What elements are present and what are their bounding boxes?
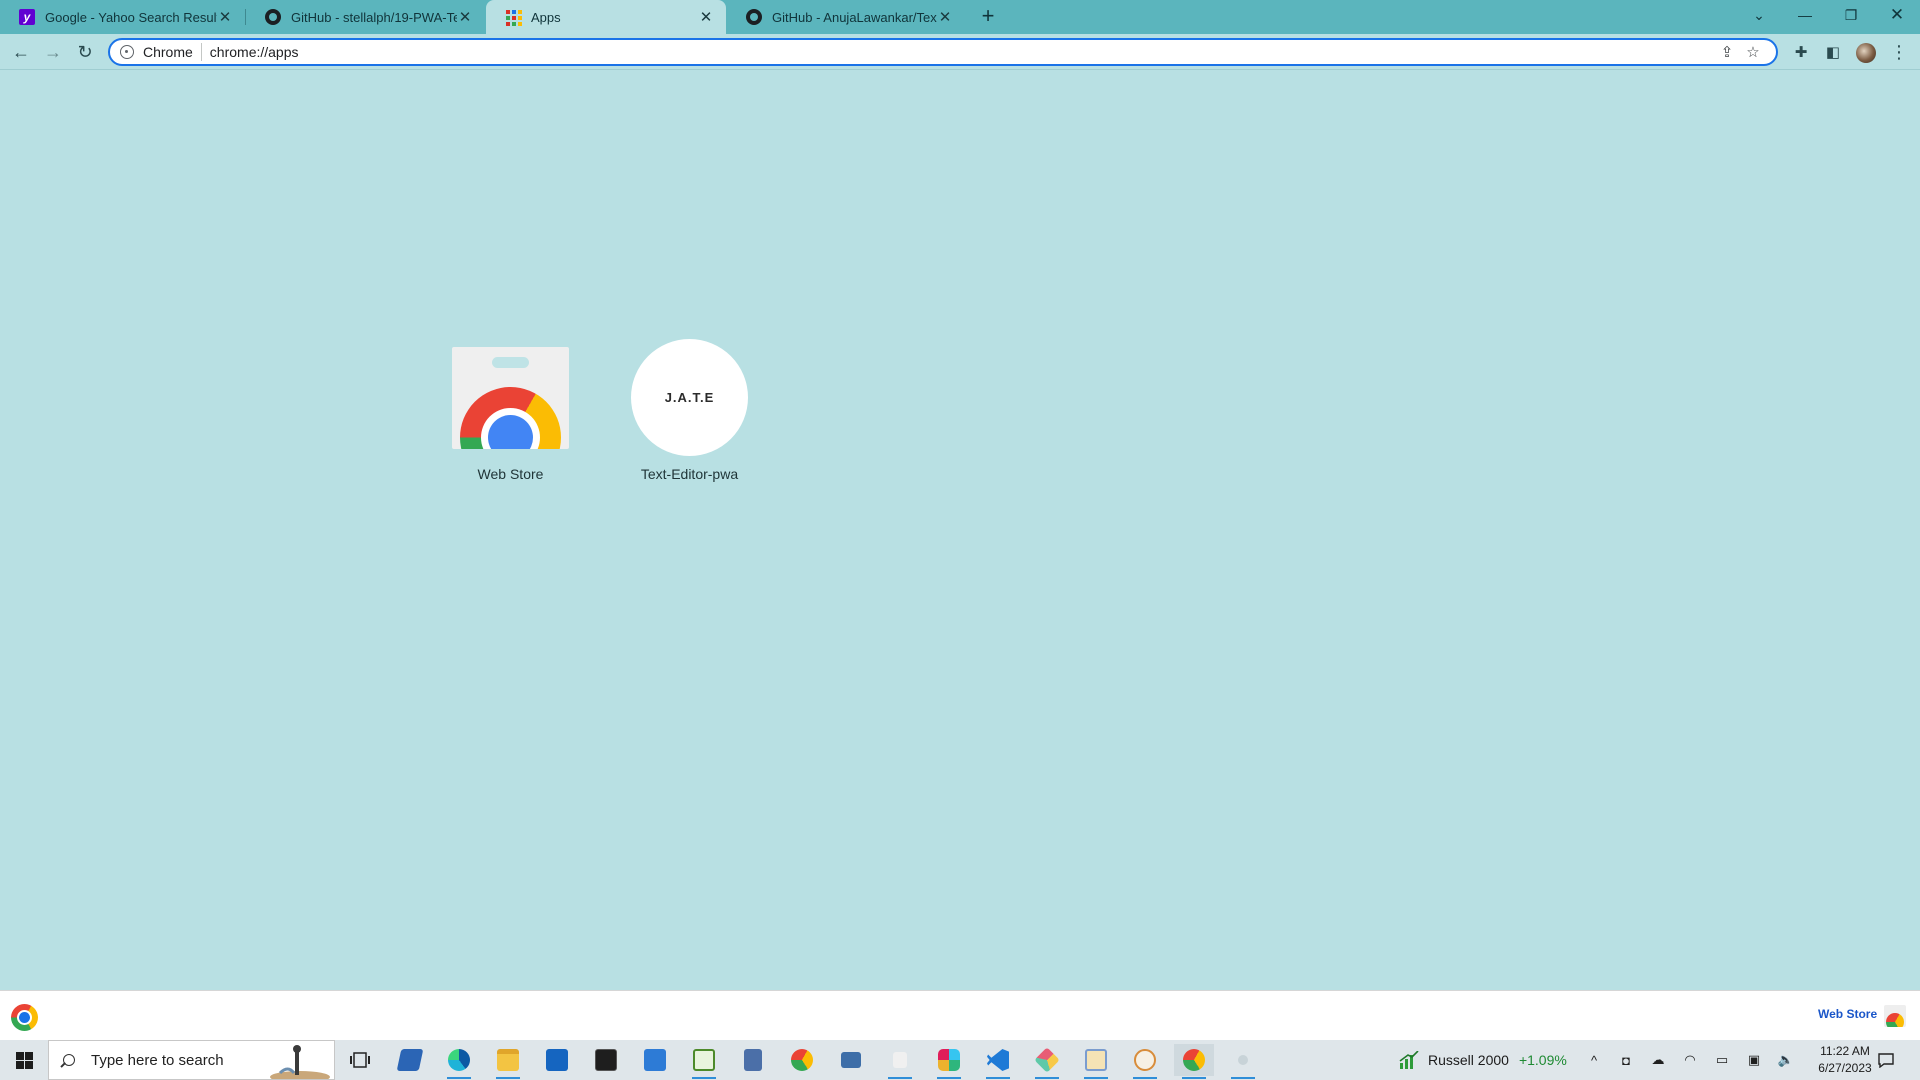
shelf-web-store-link[interactable]: Web Store [1818,1007,1877,1021]
chrome-web-store-icon[interactable] [452,347,569,449]
ticker-change: +1.09% [1518,1052,1567,1068]
github-icon [265,9,281,25]
paint-icon[interactable] [1125,1044,1165,1079]
tab-title: GitHub - AnujaLawankar/Text-Ed [772,9,937,25]
url-text[interactable]: chrome://apps [210,44,1714,60]
store-bag-handle [492,357,529,368]
tab-title: Apps [531,9,561,25]
tab-github-anujalawankar[interactable]: GitHub - AnujaLawankar/Text-Ed ✕ [727,0,965,34]
mail-icon[interactable] [635,1044,675,1076]
windows-taskbar: Type here to search Russell 2000 +1.09% … [0,1040,1920,1080]
notes-app-icon[interactable] [1076,1044,1116,1079]
apps-grid-icon [505,9,522,26]
avatar[interactable] [1856,43,1876,63]
omnibox-chip: Chrome [143,43,202,61]
powershell-icon[interactable] [390,1044,430,1076]
windows-logo-icon [15,1051,33,1069]
extensions-puzzle-icon[interactable]: ✚ [1788,39,1814,65]
tab-github-stellalph[interactable]: GitHub - stellalph/19-PWA-Text-E ✕ [246,0,485,34]
browser-toolbar: ← → ↻ Chrome chrome://apps ⇪ ☆ ✚ ◧ ⋮ [0,34,1920,70]
chrome-icon[interactable] [782,1044,822,1076]
app-label[interactable]: Web Store [452,466,569,482]
search-placeholder: Type here to search [91,1051,224,1069]
terminal-icon[interactable] [586,1044,626,1076]
chrome-active-icon[interactable] [1174,1044,1214,1079]
github-icon [746,9,762,25]
remote-desktop-icon[interactable] [831,1044,871,1076]
app-label[interactable]: Text-Editor-pwa [621,466,758,482]
calculator-icon[interactable] [733,1044,773,1076]
battery-icon[interactable]: ▭ [1712,1050,1732,1070]
stock-ticker[interactable]: Russell 2000 +1.09% [1428,1040,1567,1080]
close-icon[interactable]: ✕ [937,9,953,26]
security-icon[interactable]: ▣ [1744,1050,1764,1070]
address-bar[interactable]: Chrome chrome://apps ⇪ ☆ [108,38,1778,66]
blank-app-icon[interactable] [880,1044,920,1079]
reload-button[interactable]: ↻ [72,39,98,65]
forward-button[interactable]: → [40,39,66,65]
tab-search-icon[interactable]: ⌄ [1736,0,1782,30]
close-icon[interactable]: ✕ [698,9,714,26]
bottom-shelf: Web Store [0,990,1920,1040]
file-explorer-icon[interactable] [488,1044,528,1079]
tab-strip: y Google - Yahoo Search Results ✕ GitHub… [0,0,1920,34]
slack-icon[interactable] [929,1044,969,1079]
chrome-logo-icon[interactable] [11,1004,38,1031]
back-button[interactable]: ← [8,39,34,65]
gitkraken-icon[interactable] [1027,1044,1067,1079]
taskbar-search-box[interactable]: Type here to search [48,1040,335,1080]
search-highlight-art-icon [270,1045,330,1079]
close-icon[interactable]: ✕ [217,9,233,26]
show-hidden-icons-chevron-icon[interactable]: ^ [1584,1050,1604,1070]
start-button[interactable] [0,1040,48,1080]
tab-apps[interactable]: Apps ✕ [486,0,726,34]
search-icon [63,1054,75,1066]
task-view-icon[interactable] [340,1044,380,1076]
vscode-icon[interactable] [978,1044,1018,1079]
site-info-icon[interactable] [120,45,134,59]
share-icon[interactable]: ⇪ [1714,43,1740,61]
tab-title: GitHub - stellalph/19-PWA-Text-E [291,9,457,25]
notepad-chart-icon[interactable] [684,1044,724,1079]
onedrive-icon[interactable]: ☁ [1648,1050,1668,1070]
microsoft-store-icon[interactable] [537,1044,577,1076]
stock-chart-icon[interactable] [1398,1050,1420,1070]
jate-icon[interactable]: J.A.T.E [631,339,748,456]
new-tab-button[interactable]: + [976,5,1000,29]
minimize-button[interactable]: — [1782,0,1828,30]
tab-yahoo-search[interactable]: y Google - Yahoo Search Results ✕ [0,0,245,34]
bookmark-star-icon[interactable]: ☆ [1740,43,1766,61]
side-panel-icon[interactable]: ◧ [1820,39,1846,65]
meet-now-icon[interactable]: ◘ [1616,1050,1636,1070]
notifications-icon[interactable] [1876,1050,1896,1070]
app-tile-text-editor[interactable]: J.A.T.E Text-Editor-pwa [613,339,748,490]
background-app-icon[interactable] [1223,1044,1263,1079]
volume-icon[interactable]: 🔈 [1776,1050,1796,1070]
close-icon[interactable]: ✕ [457,9,473,26]
yahoo-icon: y [19,9,35,25]
wifi-icon[interactable]: ◠ [1680,1050,1700,1070]
ticker-name: Russell 2000 [1428,1052,1509,1068]
menu-kebab-icon[interactable]: ⋮ [1886,39,1912,65]
web-store-icon[interactable] [1884,1005,1906,1027]
restore-button[interactable]: ❐ [1828,0,1874,30]
edge-browser-icon[interactable] [439,1044,479,1079]
tab-title: Google - Yahoo Search Results [45,9,217,25]
chrome-logo-icon [460,387,561,449]
close-window-button[interactable]: ✕ [1874,0,1920,30]
jate-icon-text: J.A.T.E [664,390,715,405]
app-tile-web-store[interactable]: Web Store [434,340,569,490]
